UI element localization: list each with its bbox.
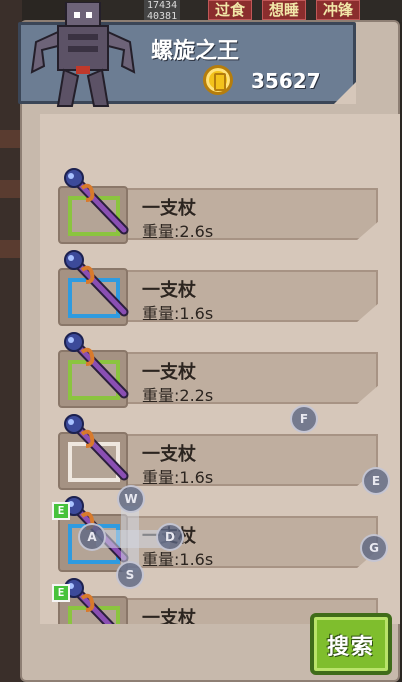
key-d-button[interactable]: D xyxy=(156,523,184,551)
monster-avatar xyxy=(30,2,136,107)
item-weight: 重量:1.6s xyxy=(142,550,214,569)
list-item[interactable]: 一支杖 重量:1.6s xyxy=(58,414,400,490)
item-weight: 重量:1.6s xyxy=(142,468,214,487)
stat-number-1: 17434 xyxy=(144,0,181,11)
item-name: 一支杖 xyxy=(142,608,196,624)
top-status-bar: 17434 40381 过食 想睡 冲锋 xyxy=(100,0,402,22)
key-s-button[interactable]: S xyxy=(116,561,144,589)
key-f-button[interactable]: F xyxy=(290,405,318,433)
item-name: 一支杖 xyxy=(142,444,196,465)
search-button[interactable]: 搜索 xyxy=(310,613,392,675)
item-name: 一支杖 xyxy=(142,362,196,383)
shop-panel: 一支杖 重量:2.6s 一支杖 重量:1.6s 一支杖 重量:2.2s 一支杖 … xyxy=(20,20,400,682)
shop-owner-name: 螺旋之王 xyxy=(151,39,240,64)
status-tab-overeat[interactable]: 过食 xyxy=(208,0,253,20)
key-g-button[interactable]: G xyxy=(360,534,388,562)
equipped-badge: E xyxy=(52,584,70,602)
staff-icon xyxy=(64,414,129,481)
item-name: 一支杖 xyxy=(142,280,196,301)
item-weight: 重量:2.6s xyxy=(142,222,214,241)
item-name: 一支杖 xyxy=(142,198,196,219)
equipped-badge: E xyxy=(52,502,70,520)
staff-icon xyxy=(64,332,129,399)
gold-coin-icon xyxy=(203,65,233,95)
item-weight: 重量:1.6s xyxy=(142,304,214,323)
staff-icon xyxy=(64,168,129,235)
gold-amount: 35627 xyxy=(251,69,321,93)
status-tab-sleepy[interactable]: 想睡 xyxy=(262,0,307,20)
list-item[interactable]: 一支杖 重量:2.2s xyxy=(58,332,400,408)
key-w-button[interactable]: W xyxy=(117,485,145,513)
staff-icon xyxy=(64,250,129,317)
key-a-button[interactable]: A xyxy=(78,523,106,551)
search-button-label: 搜索 xyxy=(326,635,375,660)
item-weight: 重量:2.2s xyxy=(142,386,214,405)
key-e-button[interactable]: E xyxy=(362,467,390,495)
status-tab-charge[interactable]: 冲锋 xyxy=(316,0,361,20)
list-item[interactable]: 一支杖 重量:2.6s xyxy=(58,168,400,244)
list-item[interactable]: 一支杖 重量:1.6s xyxy=(58,250,400,326)
